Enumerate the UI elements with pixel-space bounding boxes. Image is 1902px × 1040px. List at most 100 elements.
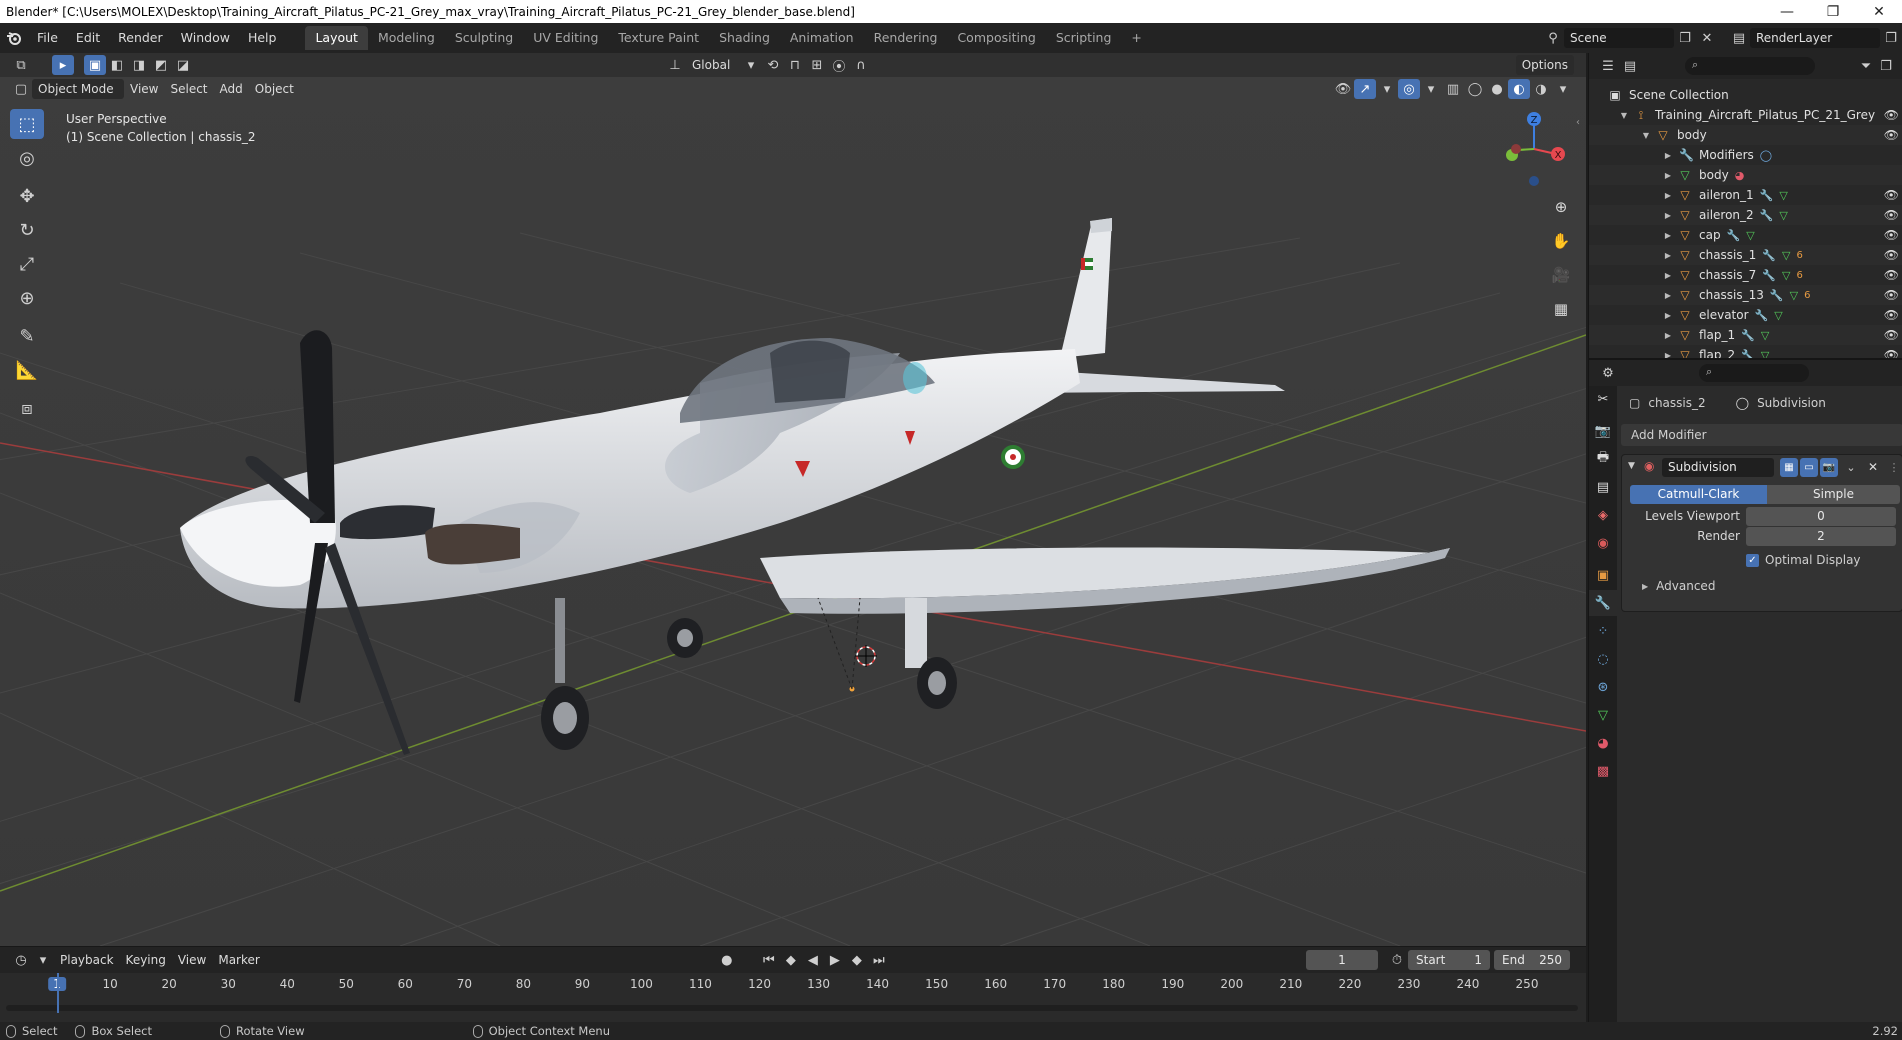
outliner-item-body[interactable]: ▶ ▽ body ◕ [1589,165,1902,185]
visibility-eye-icon[interactable]: 👁 [1884,108,1899,122]
modifier-name-input[interactable]: Subdivision [1662,458,1774,477]
rendered-shading-icon[interactable]: ◑ [1530,79,1552,99]
mesh-data-tab-icon[interactable]: ▽ [1589,702,1617,728]
tab-animation[interactable]: Animation [780,26,864,50]
select-extend-icon[interactable]: ◧ [106,55,128,75]
viewport-menu-view[interactable]: View [124,79,164,99]
menu-help[interactable]: Help [239,23,286,53]
tab-sculpting[interactable]: Sculpting [445,26,523,50]
delete-scene-icon[interactable]: ✕ [1696,28,1718,48]
snap-target-icon[interactable]: ⊞ [806,55,828,75]
outliner-item-chassis-13[interactable]: ▶ ▽ chassis_13 🔧 ▽ 6 👁 [1589,285,1902,305]
scene-tab-icon[interactable]: ◈ [1589,502,1617,528]
outliner-item-cap[interactable]: ▶ ▽ cap 🔧 ▽ 👁 [1589,225,1902,245]
visibility-eye-icon[interactable]: 👁 [1884,228,1899,242]
material-tab-icon[interactable]: ◕ [1589,730,1617,756]
modifier-icon[interactable]: 🔧 [1760,209,1774,222]
edit-mode-toggle-icon[interactable]: ▦ [1780,458,1798,477]
jump-start-icon[interactable]: ⏮ [758,950,780,970]
modifier-icon[interactable]: 🔧 [1741,349,1755,359]
timeline-editor-type-icon[interactable]: ◷ [10,950,32,970]
visibility-eye-icon[interactable]: 👁 [1884,128,1899,142]
menu-file[interactable]: File [28,23,67,53]
rotate-tool-icon[interactable]: ↻ [10,215,44,245]
mesh-data-icon[interactable]: ▽ [1790,289,1798,302]
select-invert-icon[interactable]: ◩ [150,55,172,75]
scene-name-field[interactable]: Scene [1564,28,1674,48]
tab-scripting[interactable]: Scripting [1046,26,1122,50]
tool-tab-icon[interactable]: ✂ [1589,386,1617,412]
remove-modifier-icon[interactable]: ✕ [1866,458,1880,477]
mesh-data-icon[interactable]: ▽ [1779,209,1787,222]
constraints-tab-icon[interactable]: ⊛ [1589,674,1617,700]
select-tool-icon[interactable]: ▸ [52,55,74,75]
expand-closed-icon[interactable]: ▶ [1663,191,1673,200]
world-tab-icon[interactable]: ◉ [1589,530,1617,556]
expand-closed-icon[interactable]: ▶ [1663,211,1673,220]
stopwatch-icon[interactable]: ⏱ [1386,950,1408,970]
3d-viewport[interactable]: ⧉ ▸ ▣ ◧ ◨ ◩ ◪ ⊥ Global ▾ ⟲ ⊓ ⊞ ⦿ ∩ Optio… [0,53,1586,946]
visibility-icon[interactable]: 👁 [1332,79,1354,99]
end-frame-field[interactable]: End 250 [1494,950,1570,970]
object-tab-icon[interactable]: ▣ [1589,562,1617,588]
pan-hand-icon[interactable]: ✋ [1548,227,1574,255]
expand-closed-icon[interactable]: ▶ [1663,251,1673,260]
advanced-subpanel[interactable]: ▶ Advanced [1642,579,1715,593]
visibility-eye-icon[interactable]: 👁 [1884,348,1899,358]
modifier-tab-icon[interactable]: 🔧 [1589,590,1617,616]
expand-closed-icon[interactable]: ▶ [1663,331,1673,340]
expand-closed-icon[interactable]: ▶ [1663,231,1673,240]
child-count-badge[interactable]: 6 [1796,250,1802,261]
select-subtract-icon[interactable]: ◨ [128,55,150,75]
catmull-clark-option[interactable]: Catmull-Clark [1630,485,1767,504]
overlay-toggle-icon[interactable]: ◎ [1398,79,1420,99]
object-mode-icon[interactable]: ▢ [10,79,32,99]
play-reverse-icon[interactable]: ◀ [802,950,824,970]
outliner-item-flap-1[interactable]: ▶ ▽ flap_1 🔧 ▽ 👁 [1589,325,1902,345]
expand-open-icon[interactable]: ▼ [1619,111,1629,120]
modifier-icon[interactable]: 🔧 [1762,269,1776,282]
add-workspace-button[interactable]: + [1121,26,1151,50]
zoom-icon[interactable]: ⊕ [1548,193,1574,221]
visibility-eye-icon[interactable]: 👁 [1884,248,1899,262]
outliner-editor-type-icon[interactable]: ☰ [1597,56,1619,76]
outliner-item-aileron-1[interactable]: ▶ ▽ aileron_1 🔧 ▽ 👁 [1589,185,1902,205]
view-layer-tab-icon[interactable]: ▤ [1589,474,1617,500]
expand-closed-icon[interactable]: ▶ [1663,171,1673,180]
gizmo-toggle-icon[interactable]: ↗ [1354,79,1376,99]
new-collection-icon[interactable]: ❐ [1875,56,1897,76]
select-intersect-icon[interactable]: ◪ [172,55,194,75]
transform-tool-icon[interactable]: ⊕ [10,283,44,313]
viewport-menu-select[interactable]: Select [164,79,213,99]
move-tool-icon[interactable]: ✥ [10,181,44,211]
chevron-down-icon[interactable]: ▾ [1376,79,1398,99]
minimize-button[interactable]: — [1764,4,1810,20]
tab-layout[interactable]: Layout [305,26,368,50]
viewport-toggle-icon[interactable]: ▭ [1800,458,1818,477]
wireframe-shading-icon[interactable]: ◯ [1464,79,1486,99]
current-frame-field[interactable]: 1 [1306,950,1378,970]
visibility-eye-icon[interactable]: 👁 [1884,208,1899,222]
tab-compositing[interactable]: Compositing [947,26,1045,50]
mesh-data-icon[interactable]: ▽ [1782,269,1790,282]
scale-tool-icon[interactable]: ⤢ [10,249,44,279]
solid-shading-icon[interactable]: ● [1486,79,1508,99]
jump-end-icon[interactable]: ⏭ [868,950,890,970]
outliner-item-aileron-2[interactable]: ▶ ▽ aileron_2 🔧 ▽ 👁 [1589,205,1902,225]
timeline-menu-keying[interactable]: Keying [120,950,172,970]
aircraft-model[interactable] [180,218,1450,755]
visibility-eye-icon[interactable]: 👁 [1884,188,1899,202]
visibility-eye-icon[interactable]: 👁 [1884,268,1899,282]
mesh-data-icon[interactable]: ▽ [1761,349,1769,359]
expand-closed-icon[interactable]: ▶ [1663,271,1673,280]
next-keyframe-icon[interactable]: ◆ [846,950,868,970]
add-cube-tool-icon[interactable]: ⧈ [10,393,44,423]
outliner-scene-collection[interactable]: ▣ Scene Collection [1589,85,1902,105]
mesh-data-icon[interactable]: ▽ [1761,329,1769,342]
outliner-item-flap-2[interactable]: ▶ ▽ flap_2 🔧 ▽ 👁 [1589,345,1902,358]
restore-button[interactable]: ❐ [1810,4,1856,20]
menu-edit[interactable]: Edit [67,23,109,53]
playhead[interactable] [57,973,59,1013]
editor-type-icon[interactable]: ⧉ [10,55,32,75]
drag-handle-icon[interactable]: ⋮ [1888,458,1900,477]
